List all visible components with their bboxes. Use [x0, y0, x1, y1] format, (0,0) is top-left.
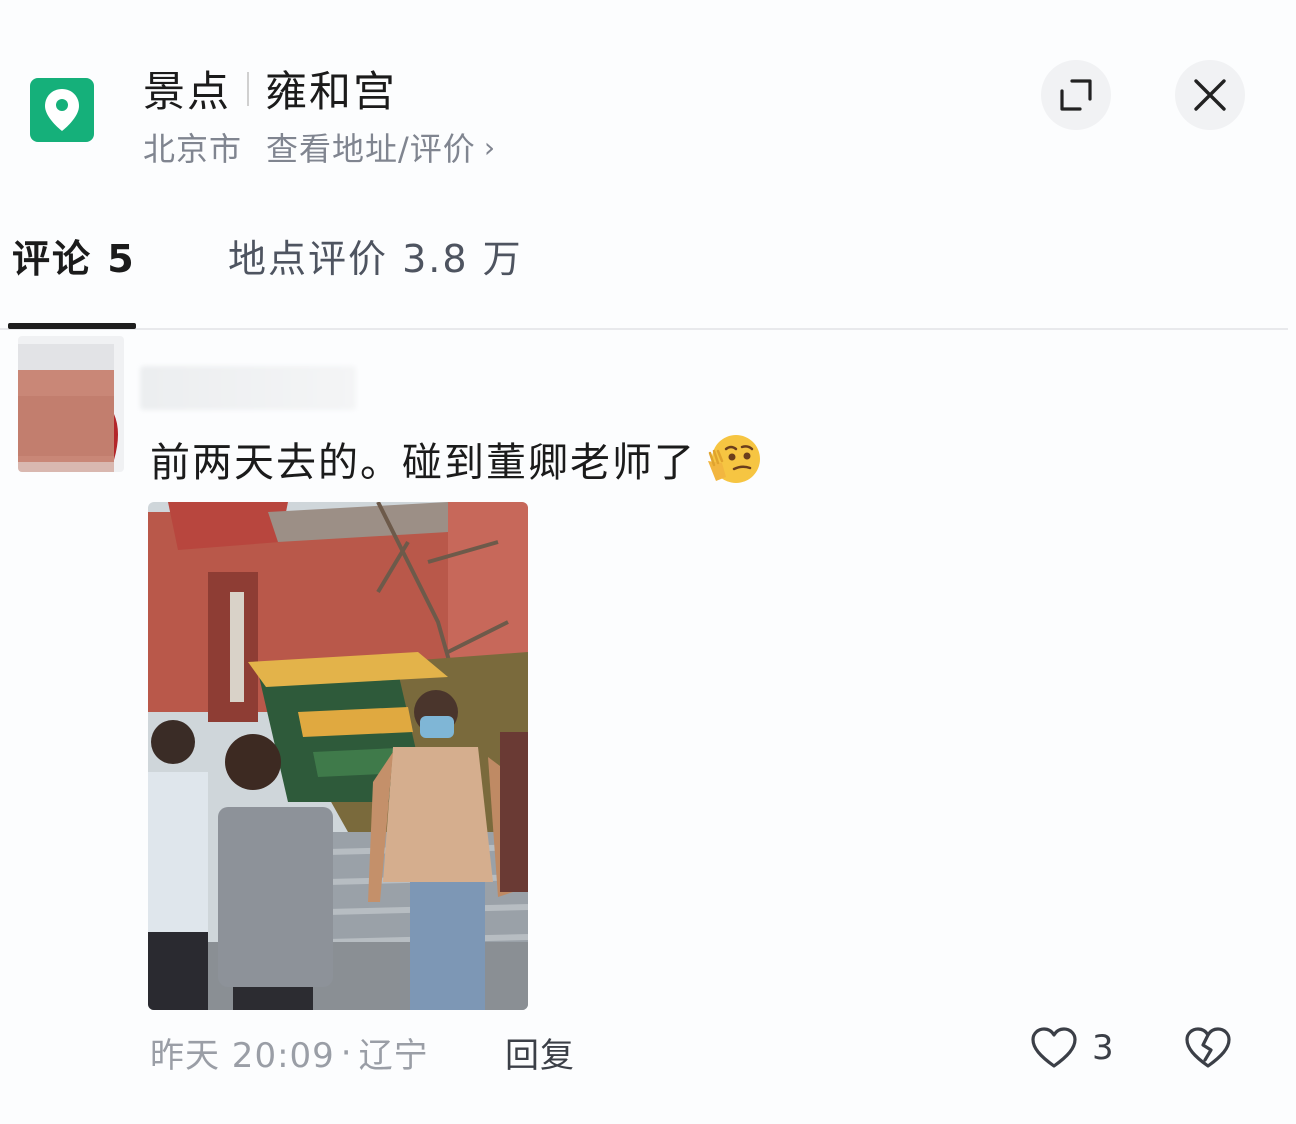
expand-button[interactable] — [1041, 60, 1111, 130]
close-button[interactable] — [1175, 60, 1245, 130]
active-tab-indicator — [8, 323, 136, 329]
tab-place-ratings[interactable]: 地点评价 3.8 万 — [228, 228, 523, 283]
tab-comments[interactable]: 评论 5 — [12, 228, 136, 283]
comment-body: 前两天去的。碰到董卿老师了 — [150, 430, 762, 488]
view-address-label: 查看地址/评价 — [266, 130, 476, 168]
place-comments-panel: 景点 雍和宫 北京市 查看地址/评价 › 评论 5 地点评价 3.8 万 前两天… — [0, 0, 1296, 1124]
view-address-link[interactable]: 查看地址/评价 › — [266, 124, 496, 170]
place-subtitle: 北京市 查看地址/评价 › — [143, 124, 496, 170]
like-count: 3 — [1092, 1028, 1114, 1068]
comment-item: 前两天去的。碰到董卿老师了 昨天 20:09 · 辽宁 回复 3 — [0, 330, 1288, 1124]
close-icon — [1194, 79, 1226, 111]
comment-meta: 昨天 20:09 · 辽宁 — [150, 1028, 429, 1077]
reply-button[interactable]: 回复 — [505, 1028, 575, 1077]
place-title: 景点 雍和宫 — [143, 58, 397, 119]
place-city: 北京市 — [143, 130, 243, 168]
username-blurred — [140, 366, 356, 410]
meta-separator: · — [340, 1032, 353, 1073]
title-divider — [247, 71, 250, 106]
chevron-right-icon: › — [483, 130, 497, 164]
location-pin-icon — [45, 89, 79, 131]
comment-text: 前两天去的。碰到董卿老师了 — [150, 440, 696, 486]
heart-outline-icon — [1031, 1027, 1077, 1068]
comment-location: 辽宁 — [358, 1036, 429, 1076]
comment-photo[interactable] — [148, 502, 528, 1010]
panel-header: 景点 雍和宫 北京市 查看地址/评价 › — [0, 0, 1288, 195]
dislike-button[interactable] — [1184, 1026, 1232, 1074]
broken-heart-icon — [1185, 1027, 1231, 1068]
place-category: 景点 — [143, 67, 232, 116]
place-name: 雍和宫 — [265, 67, 398, 116]
comment-time: 昨天 20:09 — [150, 1036, 335, 1076]
expand-icon — [1060, 79, 1092, 111]
tab-bar: 评论 5 地点评价 3.8 万 — [0, 210, 1288, 332]
thinking-face-emoji-icon — [704, 431, 762, 487]
avatar[interactable] — [18, 336, 124, 472]
location-badge — [30, 78, 94, 142]
like-button[interactable]: 3 — [1030, 1026, 1114, 1070]
